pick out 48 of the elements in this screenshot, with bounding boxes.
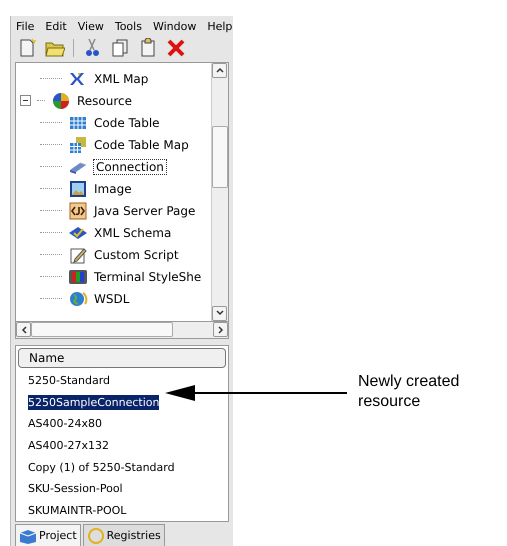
monitor-icon: [68, 268, 88, 286]
menu-item[interactable]: Window: [152, 20, 198, 32]
tab[interactable]: Registries: [82, 524, 165, 546]
callout-text: Newly created resource: [358, 372, 460, 412]
tree-item[interactable]: XML Schema: [94, 226, 172, 240]
horizontal-scrollbar[interactable]: [15, 322, 229, 339]
tree-item[interactable]: Java Server Page: [94, 204, 196, 218]
menu-item[interactable]: Help: [206, 20, 234, 32]
list-item[interactable]: SKUMAINTR-POOL: [28, 502, 126, 518]
caret-right-icon[interactable]: [218, 326, 224, 334]
list-item[interactable]: AS400-27x132: [28, 438, 109, 453]
tree-item[interactable]: Code Table: [94, 116, 160, 130]
caret-left-icon[interactable]: [20, 326, 26, 334]
menu-item[interactable]: Edit: [44, 20, 68, 32]
list-item[interactable]: 5250-Standard: [28, 373, 110, 388]
tab[interactable]: Project: [15, 524, 81, 546]
box-icon: [19, 528, 37, 544]
vertical-scrollbar[interactable]: [211, 62, 228, 321]
collapse-toggle[interactable]: [20, 95, 31, 106]
scroll-thumb[interactable]: [212, 126, 228, 188]
tree-item[interactable]: WSDL: [94, 292, 130, 306]
tree-item[interactable]: Code Table Map: [94, 138, 189, 152]
tree-item[interactable]: XML Map: [94, 72, 148, 86]
menu-item[interactable]: File: [15, 20, 36, 32]
stacked-grid-icon: [68, 136, 88, 154]
angle-brackets-icon: [68, 202, 88, 220]
list-item[interactable]: SKU-Session-Pool: [28, 481, 123, 496]
tree-item[interactable]: Image: [94, 182, 132, 196]
tree-item[interactable]: Resource: [77, 94, 132, 108]
caret-down-icon[interactable]: [216, 310, 224, 316]
ring-icon: [86, 528, 105, 544]
tree-item[interactable]: Terminal StyleShe: [94, 270, 202, 284]
globe-icon: [68, 290, 88, 308]
list-item[interactable]: 5250SampleConnection: [28, 394, 160, 410]
column-header[interactable]: Name: [18, 348, 226, 368]
caret-up-icon[interactable]: [216, 67, 224, 74]
delete-icon[interactable]: [166, 38, 186, 58]
picture-icon: [68, 180, 88, 198]
tree-item[interactable]: Connection: [94, 160, 166, 174]
scroll-thumb[interactable]: [31, 322, 173, 338]
menu-item[interactable]: View: [76, 20, 105, 32]
copy-icon[interactable]: [110, 38, 130, 58]
list-item[interactable]: AS400-24x80: [28, 416, 102, 432]
list-item[interactable]: Copy (1) of 5250-Standard: [28, 460, 175, 475]
menu-item[interactable]: Tools: [114, 20, 143, 32]
pie-chart-icon: [51, 92, 71, 110]
pencil-page-icon: [68, 246, 88, 264]
tree-item[interactable]: Custom Script: [94, 248, 179, 262]
